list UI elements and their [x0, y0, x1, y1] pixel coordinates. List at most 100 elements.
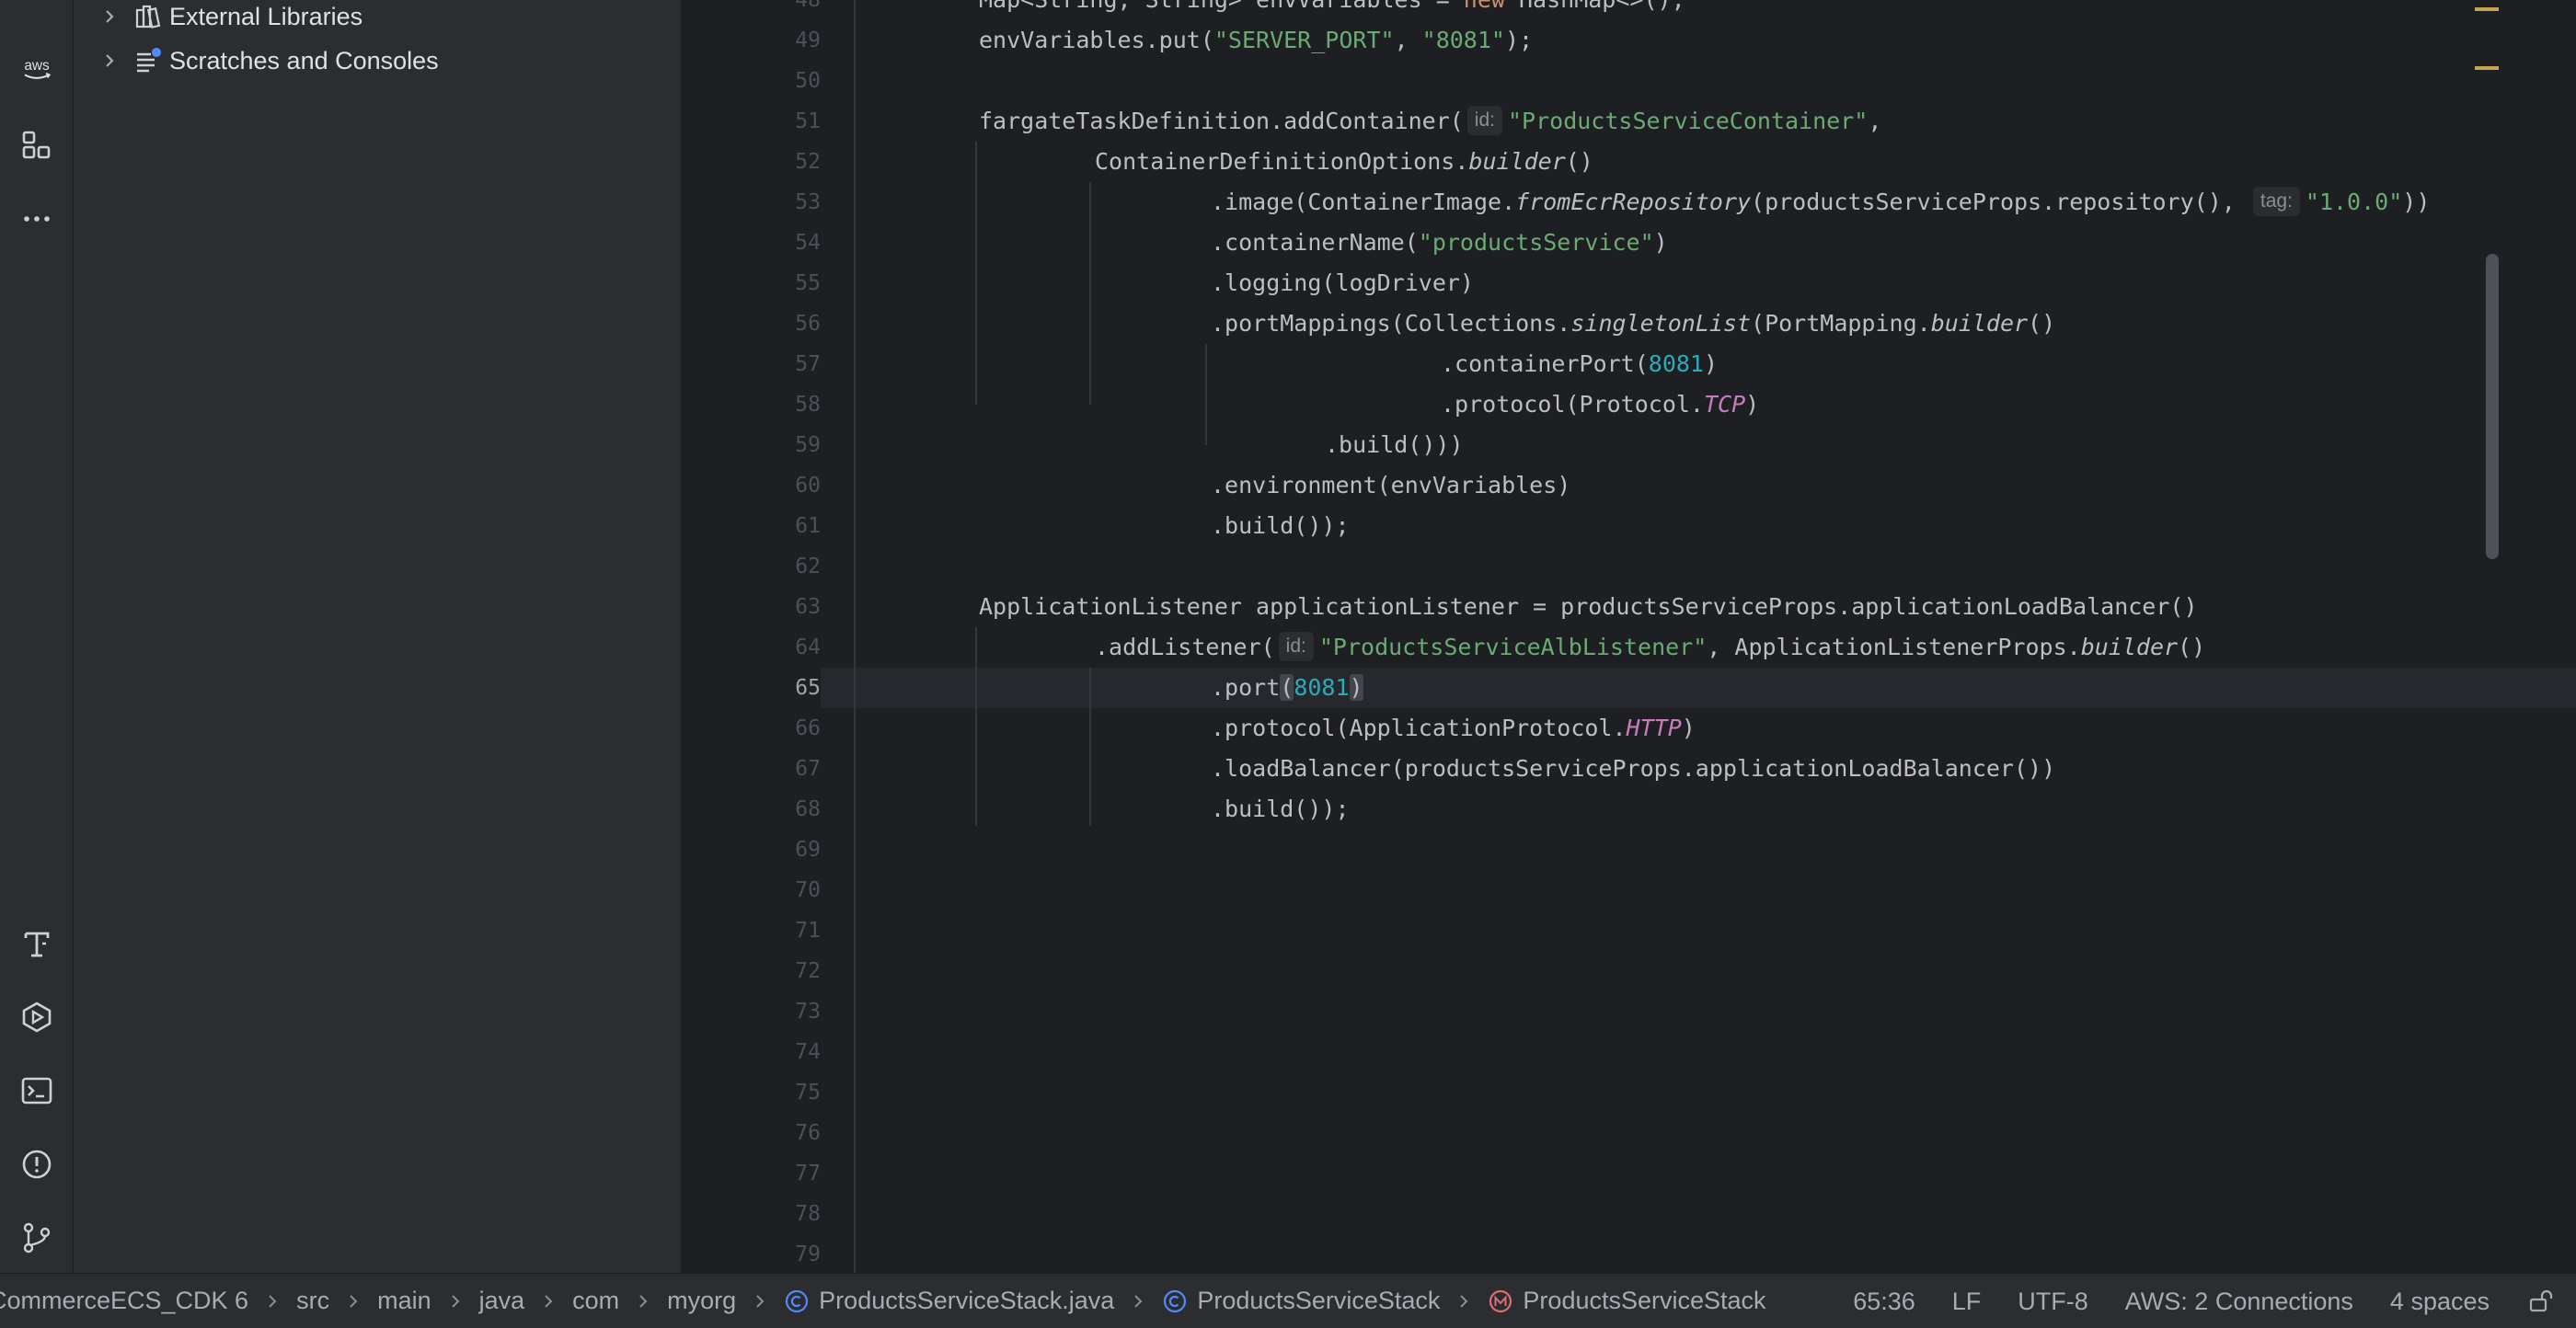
line-number: 69 — [795, 838, 821, 862]
library-icon — [135, 5, 161, 29]
line-number: 50 — [795, 69, 821, 93]
structure-icon[interactable] — [15, 123, 59, 167]
breadcrumb-item[interactable]: CommerceECS_CDK 6 — [0, 1287, 248, 1315]
scratches-icon — [137, 48, 161, 73]
breadcrumb-label: ProductsServiceStack.java — [819, 1287, 1115, 1314]
code-line-current: .port(8081) — [1211, 674, 1363, 701]
line-number: 79 — [795, 1242, 821, 1266]
line-number: 54 — [795, 231, 821, 255]
aws-connections[interactable]: AWS: 2 Connections — [2125, 1288, 2353, 1316]
line-separator[interactable]: LF — [1952, 1288, 1982, 1316]
line-number: 52 — [795, 150, 821, 174]
warning-marker[interactable] — [2475, 7, 2499, 11]
indent-setting[interactable]: 4 spaces — [2390, 1288, 2490, 1316]
git-icon[interactable] — [15, 1216, 59, 1260]
indent-guide — [1205, 344, 1207, 445]
services-icon[interactable] — [15, 995, 59, 1039]
breadcrumb-item-class[interactable]: ProductsServiceStack — [1162, 1287, 1440, 1315]
breadcrumb-item[interactable]: main — [377, 1287, 431, 1315]
breadcrumb-item[interactable]: com — [572, 1287, 619, 1315]
line-number: 71 — [795, 919, 821, 943]
code-line: .loadBalancer(productsServiceProps.appli… — [1211, 755, 2056, 782]
chevron-right-icon — [756, 1294, 765, 1308]
project-panel: External Libraries Scratches and Console… — [74, 0, 683, 1273]
code-line: .portMappings(Collections.singletonList(… — [1211, 310, 2056, 337]
breadcrumb-label: ProductsServiceStack — [1523, 1287, 1766, 1314]
indent-guide — [975, 627, 977, 826]
line-number: 59 — [795, 433, 821, 457]
indent-guide — [1089, 668, 1091, 826]
parameter-hint: id: — [1466, 106, 1502, 135]
svg-text:aws: aws — [24, 58, 50, 74]
tree-item-label: Scratches and Consoles — [169, 46, 439, 74]
chevron-right-icon — [451, 1294, 460, 1308]
line-number-current: 65 — [795, 676, 821, 700]
chevron-right-icon — [1134, 1294, 1143, 1308]
line-number: 73 — [795, 1000, 821, 1024]
line-number: 53 — [795, 190, 821, 214]
chevron-right-icon — [269, 1294, 277, 1308]
parameter-hint: id: — [1278, 632, 1314, 661]
tree-item-external-libraries[interactable]: External Libraries — [99, 0, 362, 37]
code-line: .image(ContainerImage.fromEcrRepository(… — [1211, 187, 2431, 216]
code-area[interactable]: Map<String, String> envVariables = new H… — [821, 0, 2576, 1273]
chevron-right-icon[interactable] — [99, 6, 120, 27]
code-line: .containerName("productsService") — [1211, 229, 1668, 256]
line-number: 72 — [795, 959, 821, 983]
breadcrumb-item[interactable]: myorg — [667, 1287, 736, 1315]
line-number: 78 — [795, 1202, 821, 1226]
line-number: 62 — [795, 555, 821, 578]
chevron-right-icon[interactable] — [99, 51, 120, 71]
line-number-gutter: 48 49 50 51 52 53 54 55 56 57 58 59 60 6… — [683, 0, 821, 1273]
line-number: 58 — [795, 393, 821, 417]
code-line: .containerPort(8081) — [1441, 350, 1719, 377]
chevron-right-icon — [545, 1294, 553, 1308]
line-number: 76 — [795, 1121, 821, 1145]
code-line: .build())) — [1325, 431, 1464, 458]
code-line: fargateTaskDefinition.addContainer(id: "P… — [979, 106, 1882, 135]
warning-marker[interactable] — [2475, 66, 2499, 70]
code-line: Map<String, String> envVariables = new H… — [979, 0, 1685, 20]
code-line: .build()); — [1211, 796, 1350, 822]
class-icon — [786, 1289, 809, 1312]
line-number: 49 — [795, 29, 821, 52]
line-number: 68 — [795, 797, 821, 821]
code-line: .build()); — [1211, 512, 1350, 539]
file-encoding[interactable]: UTF-8 — [2018, 1288, 2088, 1316]
code-line: .logging(logDriver) — [1211, 269, 1474, 296]
problems-icon[interactable] — [15, 1142, 59, 1186]
line-number: 64 — [795, 635, 821, 659]
code-line: envVariables.put("SERVER_PORT", "8081"); — [979, 27, 1534, 53]
line-number: 60 — [795, 474, 821, 498]
breadcrumb-item[interactable]: java — [479, 1287, 525, 1315]
code-line: ContainerDefinitionOptions.builder() — [1095, 148, 1593, 175]
cursor-position[interactable]: 65:36 — [1853, 1288, 1915, 1316]
breadcrumb: CommerceECS_CDK 6 src main java com myor… — [0, 1274, 1766, 1328]
chevron-right-icon — [1460, 1294, 1468, 1308]
breadcrumb-item-file[interactable]: ProductsServiceStack.java — [784, 1287, 1114, 1315]
line-number: 77 — [795, 1162, 821, 1185]
breadcrumb-item[interactable]: src — [296, 1287, 329, 1315]
code-line: .addListener(id: "ProductsServiceAlbListe… — [1095, 632, 2206, 661]
code-line: .protocol(ApplicationProtocol.HTTP) — [1211, 715, 1696, 741]
current-line-highlight — [821, 668, 2576, 708]
aws-icon[interactable]: aws — [15, 46, 59, 94]
breadcrumb-item-method[interactable]: ProductsServiceStack — [1488, 1287, 1766, 1315]
method-icon — [1489, 1289, 1512, 1312]
line-number: 75 — [795, 1081, 821, 1105]
line-number: 70 — [795, 878, 821, 902]
parameter-hint: tag: — [2252, 187, 2300, 216]
text-icon[interactable] — [15, 922, 59, 966]
terminal-icon[interactable] — [15, 1069, 59, 1113]
tree-item-scratches[interactable]: Scratches and Consoles — [99, 40, 439, 81]
line-number: 66 — [795, 716, 821, 740]
indent-guide — [854, 0, 856, 1273]
vertical-scrollbar[interactable] — [2486, 254, 2499, 559]
indent-guide — [975, 142, 977, 405]
code-editor[interactable]: 48 49 50 51 52 53 54 55 56 57 58 59 60 6… — [683, 0, 2576, 1273]
line-number: 57 — [795, 352, 821, 376]
status-bar: CommerceECS_CDK 6 src main java com myor… — [0, 1273, 2576, 1328]
more-icon[interactable] — [15, 197, 59, 241]
line-number: 61 — [795, 514, 821, 538]
lock-icon[interactable] — [2526, 1288, 2554, 1315]
